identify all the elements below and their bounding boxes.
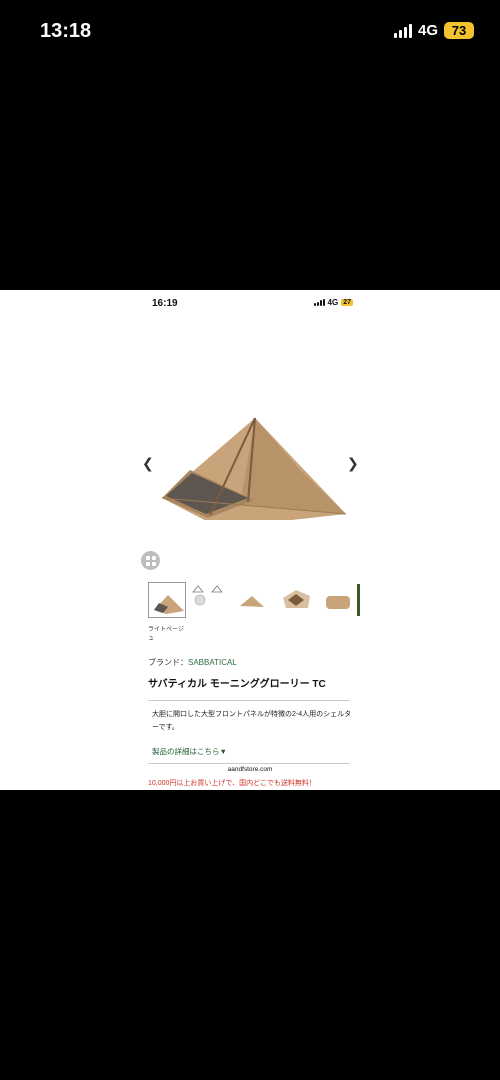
product-title: サバティカル モーニンググローリー TC xyxy=(148,679,326,690)
thumbnail-3[interactable] xyxy=(234,582,272,618)
details-link[interactable]: 製品の詳細はこちら▼ xyxy=(152,746,227,757)
thumbnail-4[interactable] xyxy=(278,582,316,618)
outer-status-right: 4G 73 xyxy=(393,22,474,39)
thumbnail-5[interactable] xyxy=(322,582,360,618)
inner-signal-icon xyxy=(313,299,325,306)
outer-clock: 13:18 xyxy=(40,20,92,42)
screenshot-content: 16:19 4G 27 ❮ ❯ ライトページュ ブランド：SABBATICAL … xyxy=(0,290,500,790)
inner-status-bar: 16:19 4G 27 xyxy=(0,298,500,314)
brand-line: ブランド：SABBATICAL xyxy=(148,657,237,668)
shipping-promo-banner: 10,000円以上お買い上げで、国内どこでも送料無料！ xyxy=(148,780,316,787)
inner-battery-icon: 27 xyxy=(341,299,353,306)
battery-icon: 73 xyxy=(444,22,474,39)
site-url: aandfstore.com xyxy=(227,766,273,773)
brand-label: ブランド： xyxy=(148,658,188,667)
divider xyxy=(148,763,350,764)
outer-status-bar: 13:18 4G 73 xyxy=(0,0,500,64)
grid-view-button[interactable] xyxy=(141,551,160,570)
network-label: 4G xyxy=(417,22,438,39)
product-image-tent xyxy=(161,417,347,520)
thumbnail-strip xyxy=(148,582,368,618)
thumbnail-1[interactable] xyxy=(148,582,186,618)
grid-icon xyxy=(145,555,156,566)
inner-status-right: 4G 27 xyxy=(313,298,353,307)
thumbnail-2[interactable] xyxy=(190,582,228,618)
inner-clock: 16:19 xyxy=(152,298,178,309)
signal-icon xyxy=(393,23,412,38)
thumbnail-caption: ライトページュ xyxy=(148,627,184,642)
inner-network-label: 4G xyxy=(327,298,339,307)
divider xyxy=(148,700,350,701)
brand-link[interactable]: SABBATICAL xyxy=(188,658,237,667)
product-description: 大胆に開口した大型フロントパネルが特徴の2-4人用のシェルターです。 xyxy=(152,711,352,731)
